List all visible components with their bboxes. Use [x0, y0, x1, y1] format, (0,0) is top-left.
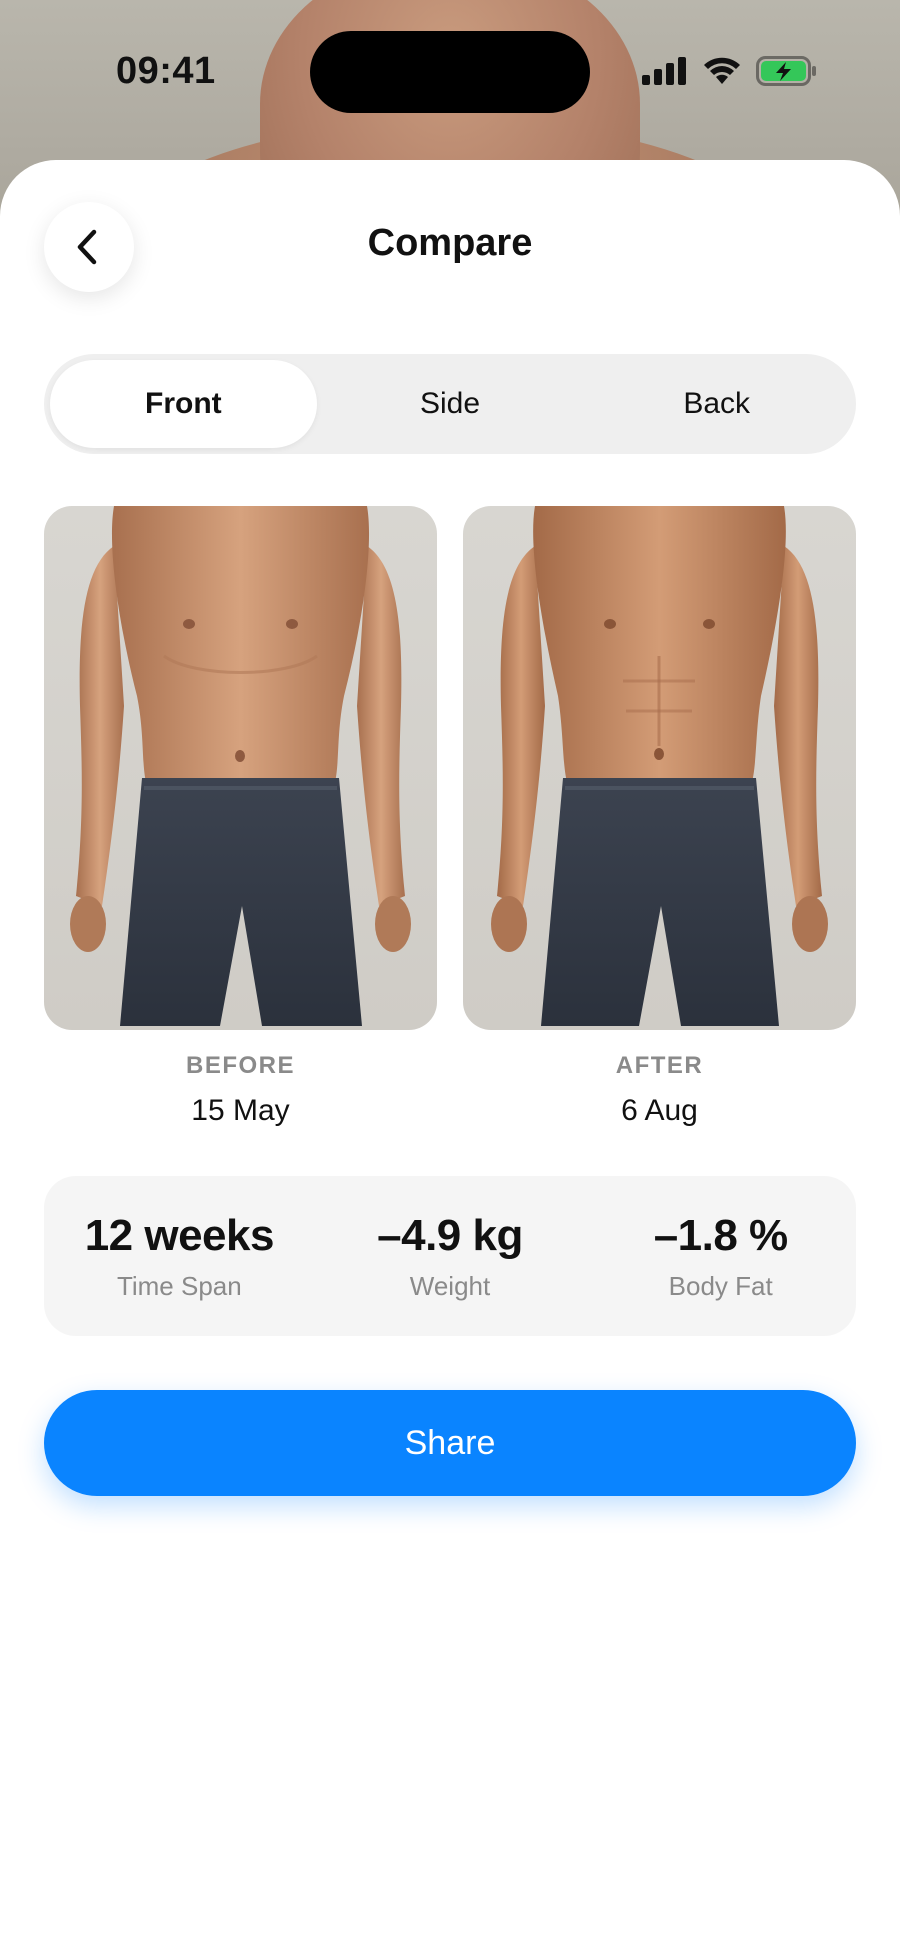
stat-body-fat: –1.8 % Body Fat	[585, 1211, 856, 1302]
view-segmented-control: Front Side Back	[44, 354, 856, 454]
stat-time-span: 12 weeks Time Span	[44, 1211, 315, 1302]
stat-label: Time Span	[116, 1270, 242, 1301]
stat-label: Weight	[409, 1270, 491, 1301]
before-body-illustration	[70, 506, 411, 1026]
before-label: BEFORE	[185, 1052, 295, 1079]
after-caption: AFTER 6 Aug	[463, 1052, 856, 1128]
stat-value: 12 weeks	[84, 1210, 275, 1260]
before-date: 15 May	[191, 1094, 290, 1127]
status-icons	[642, 56, 818, 86]
stat-label: Body Fat	[668, 1270, 773, 1301]
signal-icon	[642, 57, 686, 85]
stats-card: 12 weeks Time Span –4.9 kg Weight –1.8 %…	[44, 1176, 856, 1336]
after-photo[interactable]	[463, 506, 856, 1030]
page-title: Compare	[367, 222, 533, 264]
after-body-illustration	[491, 506, 828, 1026]
wifi-icon	[704, 57, 740, 84]
tab-front[interactable]: Front	[50, 360, 317, 448]
status-bar: 09:41	[0, 0, 900, 150]
before-caption: BEFORE 15 May	[44, 1052, 437, 1128]
dynamic-island	[310, 31, 590, 113]
status-time: 09:41	[116, 50, 216, 92]
after-date: 6 Aug	[621, 1094, 698, 1127]
tab-side[interactable]: Side	[317, 360, 584, 448]
before-photo[interactable]	[44, 506, 437, 1030]
stat-value: –4.9 kg	[377, 1210, 523, 1260]
stat-weight: –4.9 kg Weight	[315, 1211, 586, 1302]
after-label: AFTER	[615, 1052, 704, 1079]
battery-charging-icon	[756, 56, 816, 86]
share-button[interactable]: Share	[44, 1390, 856, 1496]
stat-value: –1.8 %	[653, 1210, 788, 1260]
screen: 09:41 Compare Front Side Back BEFORE 15 …	[0, 0, 900, 1956]
compare-sheet: Compare Front Side Back BEFORE 15 May AF…	[0, 160, 900, 1956]
tab-back[interactable]: Back	[583, 360, 850, 448]
